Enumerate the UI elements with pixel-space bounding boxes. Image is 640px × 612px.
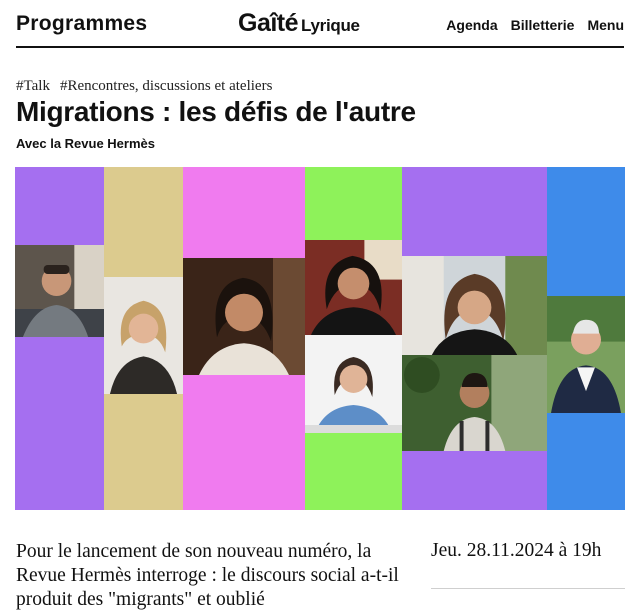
logo-main-text: Gaîté <box>238 9 299 37</box>
speaker-photo-4 <box>305 240 402 335</box>
event-subtitle: Avec la Revue Hermès <box>16 136 155 151</box>
event-tags: #Talk #Rencontres, discussions et atelie… <box>16 78 272 95</box>
speaker-photo-7 <box>402 355 547 451</box>
speaker-photo-5 <box>305 335 402 433</box>
event-title: Migrations : les défis de l'autre <box>16 96 416 127</box>
nav-agenda[interactable]: Agenda <box>446 17 497 33</box>
tag-rencontres[interactable]: #Rencontres, discussions et ateliers <box>60 78 272 95</box>
logo-sub-text: Lyrique <box>301 16 360 35</box>
nav-menu[interactable]: Menu <box>587 17 624 33</box>
date-divider <box>431 588 625 589</box>
speaker-photo-2 <box>104 277 183 394</box>
header-nav: Agenda Billetterie Menu <box>446 17 624 33</box>
speaker-photo-3 <box>183 258 305 375</box>
nav-billetterie[interactable]: Billetterie <box>511 17 575 33</box>
programmes-menu-link[interactable]: Programmes <box>16 12 147 36</box>
speaker-photo-1 <box>15 245 104 337</box>
color-block-purple <box>15 167 104 510</box>
tag-talk[interactable]: #Talk <box>16 78 50 95</box>
event-description: Pour le lancement de son nouveau numéro,… <box>16 541 399 610</box>
speaker-photo-6 <box>402 256 547 355</box>
speaker-photo-8 <box>547 296 625 413</box>
site-logo[interactable]: Gaîté Lyrique <box>238 9 360 38</box>
event-date: Jeu. 28.11.2024 à 19h <box>431 540 602 561</box>
site-header: Programmes Gaîté Lyrique Agenda Billetter… <box>16 0 624 48</box>
hero-image <box>15 167 625 510</box>
